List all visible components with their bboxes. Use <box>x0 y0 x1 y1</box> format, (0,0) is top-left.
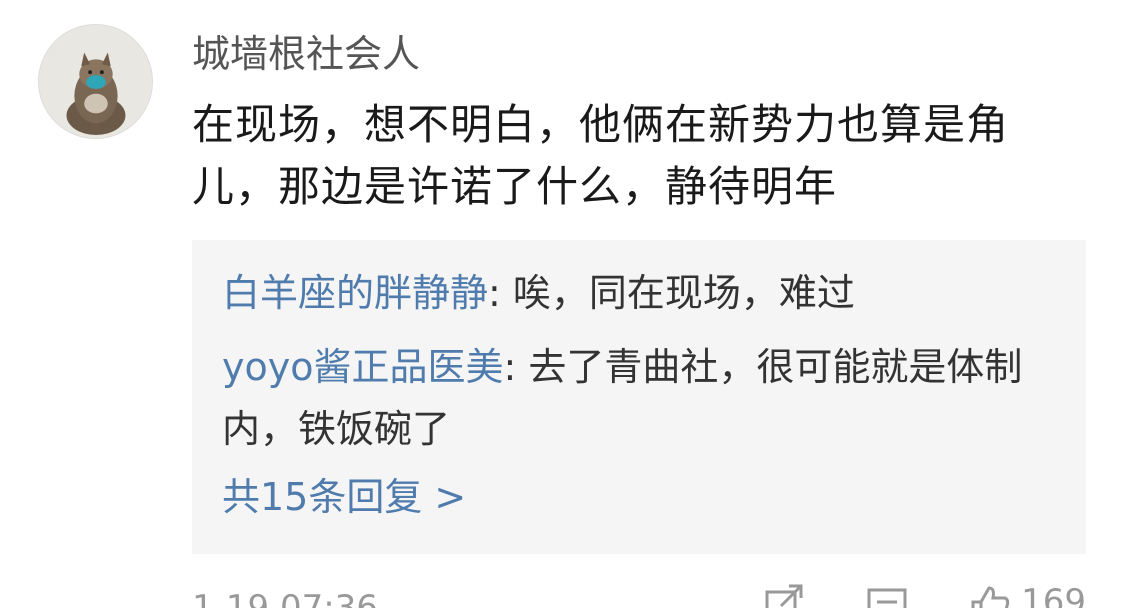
reply-author[interactable]: yoyo酱正品医美 <box>222 345 503 389</box>
reply-text: : 唉，同在现场，难过 <box>488 271 855 315</box>
like-button[interactable]: 169 <box>967 582 1086 608</box>
reply-item[interactable]: 白羊座的胖静静: 唉，同在现场，难过 <box>222 262 1056 324</box>
reply-author[interactable]: 白羊座的胖静静 <box>222 271 488 315</box>
comment-timestamp: 1-19 07:36 <box>192 588 378 608</box>
avatar[interactable] <box>38 24 153 139</box>
comment-icon <box>867 588 907 608</box>
thumbs-up-icon <box>971 586 1010 608</box>
comment-card: 城墙根社会人 在现场，想不明白，他俩在新势力也算是角儿，那边是许诺了什么，静待明… <box>0 0 1125 608</box>
comment-footer: 1-19 07:36 169 <box>192 582 1086 608</box>
share-icon <box>765 584 803 608</box>
view-all-replies-link[interactable]: 共15条回复 > <box>222 472 1056 522</box>
share-button[interactable] <box>763 582 807 608</box>
comment-text: 在现场，想不明白，他俩在新势力也算是角儿，那边是许诺了什么，静待明年 <box>192 100 1010 211</box>
cat-avatar-icon <box>39 25 152 138</box>
like-count: 169 <box>1021 582 1086 608</box>
reply-panel[interactable]: 白羊座的胖静静: 唉，同在现场，难过 yoyo酱正品医美: 去了青曲社，很可能就… <box>192 240 1086 554</box>
comment-actions: 169 <box>763 582 1086 608</box>
reply-item[interactable]: yoyo酱正品医美: 去了青曲社，很可能就是体制内，铁饭碗了 <box>222 336 1056 460</box>
comment-button[interactable] <box>865 582 909 608</box>
comment-username[interactable]: 城墙根社会人 <box>192 32 420 76</box>
